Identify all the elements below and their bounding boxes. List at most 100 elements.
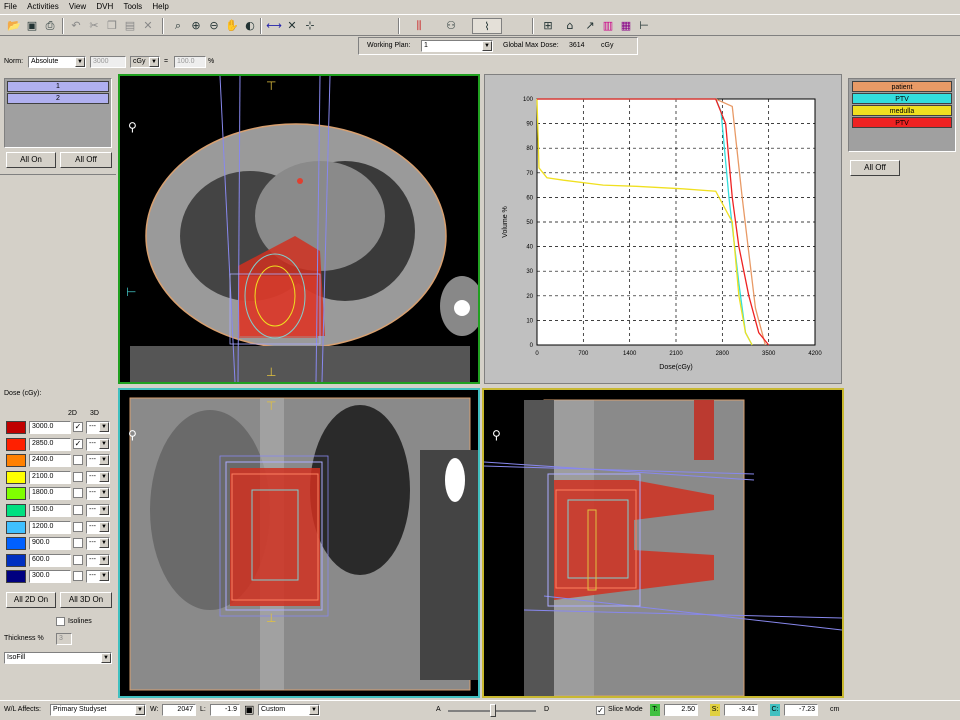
menu-help[interactable]: Help bbox=[148, 0, 172, 11]
dose-color-swatch[interactable] bbox=[6, 454, 26, 468]
dose-2d-checkbox[interactable] bbox=[73, 488, 83, 499]
zoom-out-icon[interactable]: ⊖ bbox=[206, 18, 222, 34]
dose-level-value[interactable]: 3000.0 bbox=[29, 421, 71, 434]
colorwash-icon[interactable]: ▥ bbox=[600, 18, 616, 34]
dose-level-value[interactable]: 2400.0 bbox=[29, 454, 71, 468]
dose-level-value[interactable]: 2850.0 bbox=[29, 437, 71, 451]
dose-level-value[interactable]: 600.0 bbox=[29, 553, 71, 567]
sagittal-view[interactable]: ⚲ bbox=[482, 388, 844, 698]
poi-icon[interactable]: ⊹ bbox=[302, 18, 318, 34]
dose-3d-select[interactable]: --- ▼ bbox=[86, 520, 110, 534]
dose-3d-select[interactable]: --- ▼ bbox=[86, 437, 110, 451]
delete-icon[interactable]: ✕ bbox=[140, 18, 156, 34]
dose-3d-select[interactable]: --- ▼ bbox=[86, 553, 110, 567]
dose-3d-select[interactable]: --- ▼ bbox=[86, 470, 110, 484]
beam-view-icon[interactable]: ⫼ bbox=[406, 18, 432, 34]
chart-icon[interactable]: ⌂ bbox=[562, 18, 578, 34]
open-icon[interactable]: 📂 bbox=[6, 18, 22, 34]
all-3d-on-button[interactable]: All 3D On bbox=[60, 592, 112, 608]
dvh-legend-item-1[interactable]: PTV bbox=[852, 93, 952, 104]
window-field[interactable]: 2047 bbox=[162, 704, 196, 716]
thickness-field[interactable]: 3 bbox=[56, 633, 72, 645]
dose-3d-select[interactable]: --- ▼ bbox=[86, 537, 110, 551]
dose-color-swatch[interactable] bbox=[6, 421, 26, 434]
beam-item-2[interactable]: 2 bbox=[7, 93, 109, 104]
dose-2d-checkbox[interactable] bbox=[73, 455, 83, 466]
grid-icon[interactable]: ⊞ bbox=[540, 18, 556, 34]
dose-3d-select[interactable]: --- ▼ bbox=[86, 570, 110, 584]
dose-2d-checkbox[interactable] bbox=[73, 538, 83, 549]
copy-icon[interactable]: ❐ bbox=[104, 18, 120, 34]
measure-icon[interactable]: ⟷ bbox=[266, 18, 282, 34]
matrix-icon[interactable]: ▦ bbox=[618, 18, 634, 34]
menu-tools[interactable]: Tools bbox=[119, 0, 146, 11]
dose-2d-checkbox[interactable] bbox=[73, 471, 83, 482]
dose-2d-checkbox[interactable] bbox=[73, 571, 83, 582]
dvh-legend-item-0[interactable]: patient bbox=[852, 81, 952, 92]
wl-affects-select[interactable]: Primary Studyset ▼ bbox=[50, 704, 146, 716]
pan-icon[interactable]: ✋ bbox=[224, 18, 240, 34]
beam-item-1[interactable]: 1 bbox=[7, 81, 109, 92]
all-2d-on-button[interactable]: All 2D On bbox=[6, 592, 56, 608]
dvh-legend-item-2[interactable]: medulla bbox=[852, 105, 952, 116]
dose-2d-checkbox[interactable]: ✓ bbox=[73, 422, 83, 432]
dose-3d-select[interactable]: --- ▼ bbox=[86, 487, 110, 501]
zoom-in-icon[interactable]: ⊕ bbox=[188, 18, 204, 34]
dose-3d-select[interactable]: --- ▼ bbox=[86, 504, 110, 517]
dose-color-swatch[interactable] bbox=[6, 470, 26, 484]
s-field[interactable]: -3.41 bbox=[724, 704, 758, 716]
alpha-slider-thumb[interactable] bbox=[490, 704, 496, 717]
norm-percent-field[interactable]: 100.0 bbox=[174, 56, 206, 68]
dose-2d-checkbox[interactable]: ✓ bbox=[73, 438, 83, 449]
beams-all-on-button[interactable]: All On bbox=[6, 152, 56, 168]
working-plan-select[interactable]: 1 ▼ bbox=[421, 40, 493, 52]
dose-2d-checkbox[interactable] bbox=[73, 521, 83, 532]
dvh-view[interactable]: 0 700 1400 2100 2800 3500 4200 0 10 20 30 40 50 60 70 8… bbox=[484, 74, 842, 384]
cut-icon[interactable]: ✂ bbox=[86, 18, 102, 34]
layout-icon[interactable]: ⚇ bbox=[438, 18, 464, 34]
print-icon[interactable]: ⎙ bbox=[42, 18, 58, 34]
dvh-all-off-button[interactable]: All Off bbox=[850, 160, 900, 176]
c-field[interactable]: -7.23 bbox=[784, 704, 818, 716]
menu-view[interactable]: View bbox=[65, 0, 90, 11]
preset-select[interactable]: Custom ▼ bbox=[258, 704, 320, 716]
menu-activities[interactable]: Activities bbox=[23, 0, 63, 11]
dose-color-swatch[interactable] bbox=[6, 553, 26, 567]
crosshair-icon[interactable]: ✕ bbox=[284, 18, 300, 34]
dose-level-value[interactable]: 1200.0 bbox=[29, 520, 71, 534]
dose-3d-select[interactable]: --- ▼ bbox=[86, 454, 110, 468]
isolines-checkbox[interactable] bbox=[56, 617, 65, 626]
save-icon[interactable]: ▣ bbox=[24, 18, 40, 34]
dose-color-swatch[interactable] bbox=[6, 504, 26, 517]
norm-unit-select[interactable]: cGy ▼ bbox=[130, 56, 160, 68]
norm-mode-select[interactable]: Absolute ▼ bbox=[28, 56, 86, 68]
axial-view[interactable]: ⊤ ⊥ ⊢ ⚲ bbox=[118, 74, 480, 384]
paste-icon[interactable]: ▤ bbox=[122, 18, 138, 34]
coronal-view[interactable]: ⊤ ⊥ ⚲ bbox=[118, 388, 480, 698]
dose-level-value[interactable]: 1800.0 bbox=[29, 487, 71, 501]
beams-all-off-button[interactable]: All Off bbox=[60, 152, 112, 168]
dvh-layout-icon[interactable]: ⌇ bbox=[472, 18, 502, 34]
dose-color-swatch[interactable] bbox=[6, 520, 26, 534]
dose-level-value[interactable]: 1500.0 bbox=[29, 504, 71, 517]
norm-value-field[interactable]: 3000 bbox=[90, 56, 126, 68]
zoom-icon[interactable]: ⌕ bbox=[170, 18, 186, 34]
dose-level-value[interactable]: 300.0 bbox=[29, 570, 71, 584]
ruler-icon[interactable]: ⊢ bbox=[636, 18, 652, 34]
display-mode-select[interactable]: IsoFill ▼ bbox=[4, 652, 112, 664]
dose-2d-checkbox[interactable] bbox=[73, 554, 83, 565]
level-field[interactable]: -1.9 bbox=[210, 704, 240, 716]
trend-icon[interactable]: ↗ bbox=[582, 18, 598, 34]
dose-color-swatch[interactable] bbox=[6, 487, 26, 501]
t-field[interactable]: 2.50 bbox=[664, 704, 698, 716]
dose-2d-checkbox[interactable] bbox=[73, 505, 83, 515]
dvh-legend-item-3[interactable]: PTV bbox=[852, 117, 952, 128]
undo-icon[interactable]: ↶ bbox=[68, 18, 84, 34]
dose-color-swatch[interactable] bbox=[6, 570, 26, 584]
dose-color-swatch[interactable] bbox=[6, 537, 26, 551]
dose-3d-select[interactable]: --- ▼ bbox=[86, 421, 110, 434]
dose-level-value[interactable]: 900.0 bbox=[29, 537, 71, 551]
slice-mode-checkbox[interactable]: ✓ bbox=[596, 706, 605, 715]
dose-color-swatch[interactable] bbox=[6, 437, 26, 451]
dose-level-value[interactable]: 2100.0 bbox=[29, 470, 71, 484]
